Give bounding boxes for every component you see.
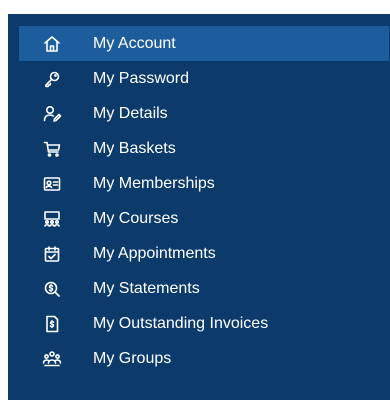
key-icon (41, 68, 63, 90)
menu-item-label: My Memberships (93, 174, 215, 192)
group-icon (41, 348, 63, 370)
menu-item-label: My Baskets (93, 139, 176, 157)
menu-item-my-groups[interactable]: My Groups (19, 341, 389, 376)
menu-item-label: My Statements (93, 279, 200, 297)
menu-item-label: My Account (93, 34, 176, 52)
menu-item-my-account[interactable]: My Account (19, 26, 389, 61)
account-menu-panel: My Account My Password My Details My Bas… (8, 14, 390, 400)
menu-item-label: My Outstanding Invoices (93, 314, 269, 332)
menu-item-my-appointments[interactable]: My Appointments (19, 236, 389, 271)
menu-item-my-statements[interactable]: My Statements (19, 271, 389, 306)
user-edit-icon (41, 103, 63, 125)
menu-item-my-memberships[interactable]: My Memberships (19, 166, 389, 201)
id-card-icon (41, 173, 63, 195)
cart-icon (41, 138, 63, 160)
calendar-check-icon (41, 243, 63, 265)
account-menu: My Account My Password My Details My Bas… (19, 26, 389, 376)
menu-item-my-courses[interactable]: My Courses (19, 201, 389, 236)
menu-item-my-baskets[interactable]: My Baskets (19, 131, 389, 166)
menu-item-my-password[interactable]: My Password (19, 61, 389, 96)
classroom-icon (41, 208, 63, 230)
menu-item-label: My Courses (93, 209, 179, 227)
menu-item-label: My Details (93, 104, 168, 122)
menu-item-my-outstanding-invoices[interactable]: My Outstanding Invoices (19, 306, 389, 341)
menu-item-label: My Password (93, 69, 190, 87)
menu-item-label: My Groups (93, 349, 172, 367)
invoice-icon (41, 313, 63, 335)
home-icon (41, 33, 63, 55)
search-money-icon (41, 278, 63, 300)
menu-item-label: My Appointments (93, 244, 216, 262)
menu-item-my-details[interactable]: My Details (19, 96, 389, 131)
